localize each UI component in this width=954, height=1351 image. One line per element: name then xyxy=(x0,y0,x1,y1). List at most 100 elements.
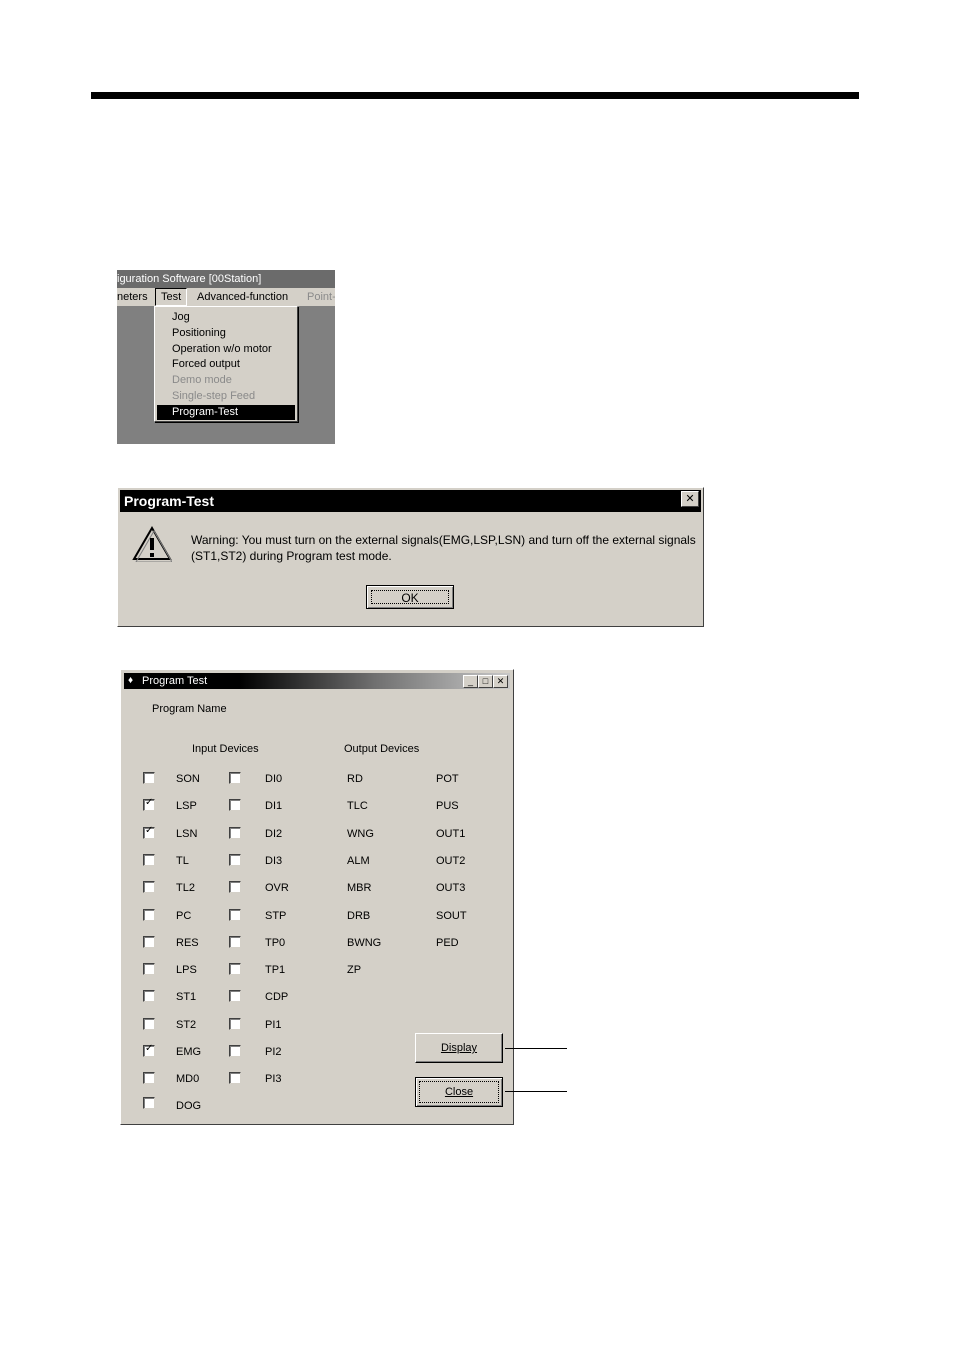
input-device-label: DI1 xyxy=(265,800,283,813)
device-checkbox[interactable] xyxy=(143,935,155,948)
device-checkbox[interactable] xyxy=(143,1097,155,1109)
output-device-label: OUT2 xyxy=(436,854,466,867)
input-device-label: EMG xyxy=(176,1046,202,1058)
output-device-label: POT xyxy=(436,773,459,785)
menu-test-label: Test xyxy=(161,291,182,303)
output-device-label: MBR xyxy=(347,882,372,895)
device-checkbox[interactable] xyxy=(229,1072,241,1085)
device-checkbox[interactable] xyxy=(143,990,155,1003)
close-button[interactable]: Close xyxy=(415,1077,503,1107)
menu-advanced-function[interactable]: Advanced-function xyxy=(197,288,288,306)
output-device-label: OUT1 xyxy=(436,827,466,840)
output-device-label: ALM xyxy=(347,854,370,867)
device-checkbox[interactable] xyxy=(229,1017,241,1030)
output-device-label: PED xyxy=(436,936,459,949)
warning-icon xyxy=(132,526,172,562)
checkmark-icon: ✓ xyxy=(145,824,154,836)
input-device-label: STP xyxy=(265,909,287,922)
device-checkbox[interactable] xyxy=(229,826,241,839)
input-device-label: LSP xyxy=(176,800,197,813)
menu-test[interactable]: Test xyxy=(155,288,188,306)
input-device-label: MD0 xyxy=(176,1073,200,1086)
device-checkbox[interactable] xyxy=(143,1072,155,1085)
app-title-bar: iguration Software [00Station] xyxy=(117,270,335,288)
output-device-label: WNG xyxy=(347,827,374,840)
device-checkbox[interactable] xyxy=(143,772,155,784)
display-callout-line xyxy=(505,1048,567,1049)
minimize-icon[interactable]: _ xyxy=(463,675,478,688)
device-checkbox[interactable] xyxy=(143,1017,155,1030)
device-checkbox[interactable] xyxy=(143,853,155,866)
input-device-label: CDP xyxy=(265,991,289,1004)
ok-button[interactable]: OK xyxy=(366,585,454,609)
output-device-label: BWNG xyxy=(347,936,382,949)
output-device-label: DRB xyxy=(347,909,371,922)
menu-screenshot: iguration Software [00Station] neters Te… xyxy=(117,270,335,444)
output-device-label: SOUT xyxy=(436,909,467,922)
display-button[interactable]: Display xyxy=(415,1033,503,1063)
dialog-title: Program-Test xyxy=(120,490,701,512)
menu-item[interactable]: Forced output xyxy=(157,357,295,372)
menu-item: Demo mode xyxy=(172,374,232,387)
output-device-label: RD xyxy=(347,773,363,785)
close-callout-line xyxy=(505,1091,567,1092)
menu-item[interactable]: Jog xyxy=(157,310,295,325)
window-title-bar: ♦ Program Test _ □ ✕ xyxy=(124,673,510,689)
input-device-label: TL2 xyxy=(176,882,195,895)
close-icon[interactable]: ✕ xyxy=(681,491,699,507)
menu-item[interactable]: Operation w/o motor xyxy=(157,342,295,357)
menu-item[interactable]: Positioning xyxy=(157,326,295,341)
device-checkbox[interactable] xyxy=(229,963,241,976)
input-device-label: PI3 xyxy=(265,1073,282,1086)
device-checkbox[interactable] xyxy=(229,799,241,812)
device-checkbox[interactable] xyxy=(229,772,241,784)
device-checkbox[interactable] xyxy=(143,963,155,976)
device-checkbox[interactable] xyxy=(229,908,241,921)
output-device-label: OUT3 xyxy=(436,882,466,895)
device-checkbox[interactable]: ✓ xyxy=(143,1043,155,1057)
close-icon[interactable]: ✕ xyxy=(493,675,508,688)
menu-item[interactable]: Program-Test xyxy=(157,404,295,420)
app-icon: ♦ xyxy=(128,675,134,686)
menu-point[interactable]: Point- xyxy=(307,288,335,306)
device-checkbox[interactable] xyxy=(229,881,241,894)
input-device-label: TP0 xyxy=(265,936,286,949)
input-device-label: DI2 xyxy=(265,827,283,840)
device-checkbox[interactable] xyxy=(229,1045,241,1057)
input-device-label: PC xyxy=(176,909,192,922)
device-checkbox[interactable]: ✓ xyxy=(143,797,155,812)
output-device-label: PUS xyxy=(436,800,459,813)
close-button-label: Close xyxy=(444,1086,474,1098)
warning-dialog: Program-Test ✕ Warning: You must turn on… xyxy=(117,487,704,627)
device-checkbox[interactable]: ✓ xyxy=(143,824,155,839)
device-checkbox[interactable] xyxy=(229,935,241,948)
window-title: Program Test xyxy=(142,675,208,687)
input-device-label: TL xyxy=(176,854,189,867)
device-checkbox[interactable] xyxy=(143,908,155,921)
test-dropdown-menu: Jog Positioning Operation w/o motor Forced … xyxy=(154,306,298,422)
input-device-label: LSN xyxy=(176,827,198,840)
menu-parameters[interactable]: neters xyxy=(117,288,148,306)
input-device-label: PI1 xyxy=(265,1018,282,1031)
checkmark-icon: ✓ xyxy=(145,797,154,809)
output-devices-heading: Output Devices xyxy=(344,743,420,755)
input-device-label: DI3 xyxy=(265,854,283,867)
input-devices-heading: Input Devices xyxy=(192,743,259,755)
device-checkbox[interactable] xyxy=(229,990,241,1003)
program-name-label: Program Name xyxy=(152,703,227,715)
input-device-label: PI2 xyxy=(265,1046,282,1058)
input-device-label: SON xyxy=(176,773,200,785)
input-device-label: ST2 xyxy=(176,1018,197,1031)
output-device-label: TLC xyxy=(347,800,368,813)
program-test-window: ♦ Program Test _ □ ✕ Program Name Input … xyxy=(120,669,514,1125)
maximize-icon[interactable]: □ xyxy=(478,675,493,688)
input-device-label: OVR xyxy=(265,882,289,895)
warning-message: Warning: You must turn on the external s… xyxy=(191,533,696,563)
input-device-label: ST1 xyxy=(176,991,197,1004)
input-device-label: TP1 xyxy=(265,964,286,977)
menu-item: Single-step Feed xyxy=(172,390,256,402)
device-checkbox[interactable] xyxy=(229,853,241,866)
checkmark-icon: ✓ xyxy=(145,1043,154,1054)
ok-button-label: OK xyxy=(401,591,419,605)
device-checkbox[interactable] xyxy=(143,881,155,894)
